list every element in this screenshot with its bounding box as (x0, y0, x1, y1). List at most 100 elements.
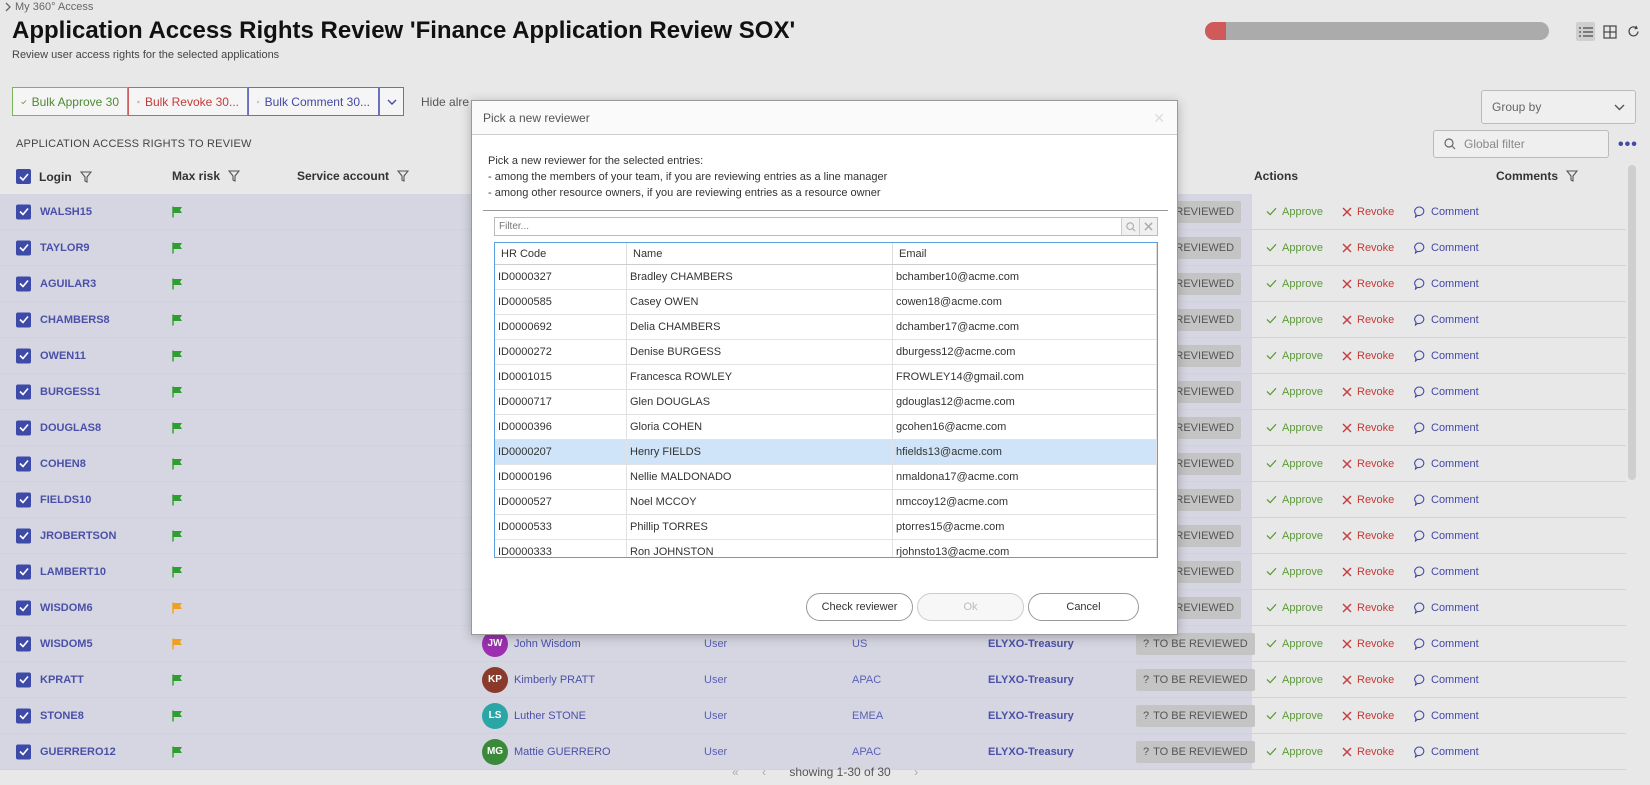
filter-clear-button[interactable] (1139, 218, 1157, 235)
comment-button[interactable]: Comment (1414, 602, 1479, 614)
approve-button[interactable]: Approve (1266, 602, 1323, 614)
check-reviewer-button[interactable]: Check reviewer (806, 593, 913, 621)
login-link[interactable]: WISDOM5 (40, 638, 93, 650)
filter-search-button[interactable] (1121, 218, 1139, 235)
row-checkbox[interactable] (16, 492, 31, 507)
revoke-button[interactable]: Revoke (1342, 566, 1394, 578)
login-link[interactable]: AGUILAR3 (40, 278, 96, 290)
prev-page-button[interactable]: ‹ (762, 765, 766, 779)
column-email[interactable]: Email (893, 243, 1157, 264)
reviewer-row[interactable]: ID0000333 Ron JOHNSTON rjohnsto13@acme.c… (495, 540, 1157, 557)
breadcrumb-link[interactable]: My 360° Access (15, 1, 93, 13)
row-checkbox[interactable] (16, 384, 31, 399)
list-view-button[interactable] (1576, 22, 1595, 41)
next-page-button[interactable]: › (914, 765, 918, 779)
bulk-revoke-button[interactable]: Bulk Revoke 30... (128, 87, 248, 116)
login-link[interactable]: TAYLOR9 (40, 242, 90, 254)
filter-icon[interactable] (228, 170, 241, 182)
filter-icon[interactable] (79, 170, 92, 183)
comment-button[interactable]: Comment (1414, 386, 1479, 398)
row-checkbox[interactable] (16, 312, 31, 327)
approve-button[interactable]: Approve (1266, 674, 1323, 686)
table-row[interactable]: STONE8 LS Luther STONE User EMEA ELYXO-T… (0, 698, 1626, 734)
identity-cell[interactable]: MG Mattie GUERRERO (482, 738, 611, 765)
revoke-button[interactable]: Revoke (1342, 386, 1394, 398)
close-icon[interactable]: ✕ (1153, 110, 1165, 127)
login-link[interactable]: COHEN8 (40, 458, 86, 470)
login-link[interactable]: JROBERTSON (40, 530, 116, 542)
reviewer-row[interactable]: ID0000717 Glen DOUGLAS gdouglas12@acme.c… (495, 390, 1157, 415)
revoke-button[interactable]: Revoke (1342, 422, 1394, 434)
identity-cell[interactable]: LS Luther STONE (482, 702, 586, 729)
comment-button[interactable]: Comment (1414, 350, 1479, 362)
cancel-button[interactable]: Cancel (1028, 593, 1139, 621)
revoke-button[interactable]: Revoke (1342, 206, 1394, 218)
approve-button[interactable]: Approve (1266, 530, 1323, 542)
comment-button[interactable]: Comment (1414, 278, 1479, 290)
grid-view-button[interactable] (1600, 22, 1619, 41)
column-hr-code[interactable]: HR Code (495, 243, 627, 264)
login-link[interactable]: STONE8 (40, 710, 84, 722)
group-by-select[interactable]: Group by (1481, 90, 1636, 124)
revoke-button[interactable]: Revoke (1342, 674, 1394, 686)
row-checkbox[interactable] (16, 204, 31, 219)
comment-button[interactable]: Comment (1414, 458, 1479, 470)
reviewer-row[interactable]: ID0000327 Bradley CHAMBERS bchamber10@ac… (495, 265, 1157, 290)
bulk-more-dropdown[interactable] (379, 87, 404, 116)
bulk-approve-button[interactable]: Bulk Approve 30 (12, 87, 128, 116)
table-row[interactable]: KPRATT KP Kimberly PRATT User APAC ELYXO… (0, 662, 1626, 698)
comment-button[interactable]: Comment (1414, 638, 1479, 650)
row-checkbox[interactable] (16, 240, 31, 255)
approve-button[interactable]: Approve (1266, 710, 1323, 722)
row-checkbox[interactable] (16, 456, 31, 471)
revoke-button[interactable]: Revoke (1342, 314, 1394, 326)
filter-icon[interactable] (1566, 170, 1579, 182)
approve-button[interactable]: Approve (1266, 242, 1323, 254)
application-link[interactable]: ELYXO-Treasury (988, 674, 1074, 686)
approve-button[interactable]: Approve (1266, 206, 1323, 218)
application-link[interactable]: ELYXO-Treasury (988, 710, 1074, 722)
select-all-checkbox[interactable] (16, 169, 31, 184)
revoke-button[interactable]: Revoke (1342, 530, 1394, 542)
table-scrollbar[interactable] (1628, 165, 1636, 480)
revoke-button[interactable]: Revoke (1342, 278, 1394, 290)
revoke-button[interactable]: Revoke (1342, 242, 1394, 254)
reviewer-row[interactable]: ID0001015 Francesca ROWLEY FROWLEY14@gma… (495, 365, 1157, 390)
reviewer-row[interactable]: ID0000196 Nellie MALDONADO nmaldona17@ac… (495, 465, 1157, 490)
login-link[interactable]: KPRATT (40, 674, 84, 686)
login-link[interactable]: FIELDS10 (40, 494, 91, 506)
reviewer-filter-input[interactable] (495, 218, 1121, 235)
approve-button[interactable]: Approve (1266, 746, 1323, 758)
comment-button[interactable]: Comment (1414, 566, 1479, 578)
revoke-button[interactable]: Revoke (1342, 494, 1394, 506)
login-link[interactable]: WISDOM6 (40, 602, 93, 614)
row-checkbox[interactable] (16, 564, 31, 579)
breadcrumb[interactable]: My 360° Access (4, 1, 93, 13)
comment-button[interactable]: Comment (1414, 494, 1479, 506)
row-checkbox[interactable] (16, 348, 31, 363)
approve-button[interactable]: Approve (1266, 494, 1323, 506)
reviewer-row[interactable]: ID0000533 Phillip TORRES ptorres15@acme.… (495, 515, 1157, 540)
first-page-button[interactable]: « (732, 765, 739, 779)
reviewer-row[interactable]: ID0000692 Delia CHAMBERS dchamber17@acme… (495, 315, 1157, 340)
approve-button[interactable]: Approve (1266, 350, 1323, 362)
row-checkbox[interactable] (16, 600, 31, 615)
reviewer-row[interactable]: ID0000272 Denise BURGESS dburgess12@acme… (495, 340, 1157, 365)
reviewer-row[interactable]: ID0000396 Gloria COHEN gcohen16@acme.com (495, 415, 1157, 440)
column-name[interactable]: Name (627, 243, 893, 264)
more-options-icon[interactable]: ••• (1618, 136, 1638, 154)
row-checkbox[interactable] (16, 528, 31, 543)
approve-button[interactable]: Approve (1266, 638, 1323, 650)
row-checkbox[interactable] (16, 708, 31, 723)
application-link[interactable]: ELYXO-Treasury (988, 638, 1074, 650)
global-filter-input[interactable]: Global filter (1433, 130, 1609, 158)
login-link[interactable]: CHAMBERS8 (40, 314, 110, 326)
revoke-button[interactable]: Revoke (1342, 746, 1394, 758)
revoke-button[interactable]: Revoke (1342, 602, 1394, 614)
identity-cell[interactable]: KP Kimberly PRATT (482, 666, 595, 693)
application-link[interactable]: ELYXO-Treasury (988, 746, 1074, 758)
bulk-comment-button[interactable]: Bulk Comment 30... (248, 87, 379, 116)
refresh-button[interactable] (1624, 22, 1643, 41)
row-checkbox[interactable] (16, 420, 31, 435)
approve-button[interactable]: Approve (1266, 458, 1323, 470)
